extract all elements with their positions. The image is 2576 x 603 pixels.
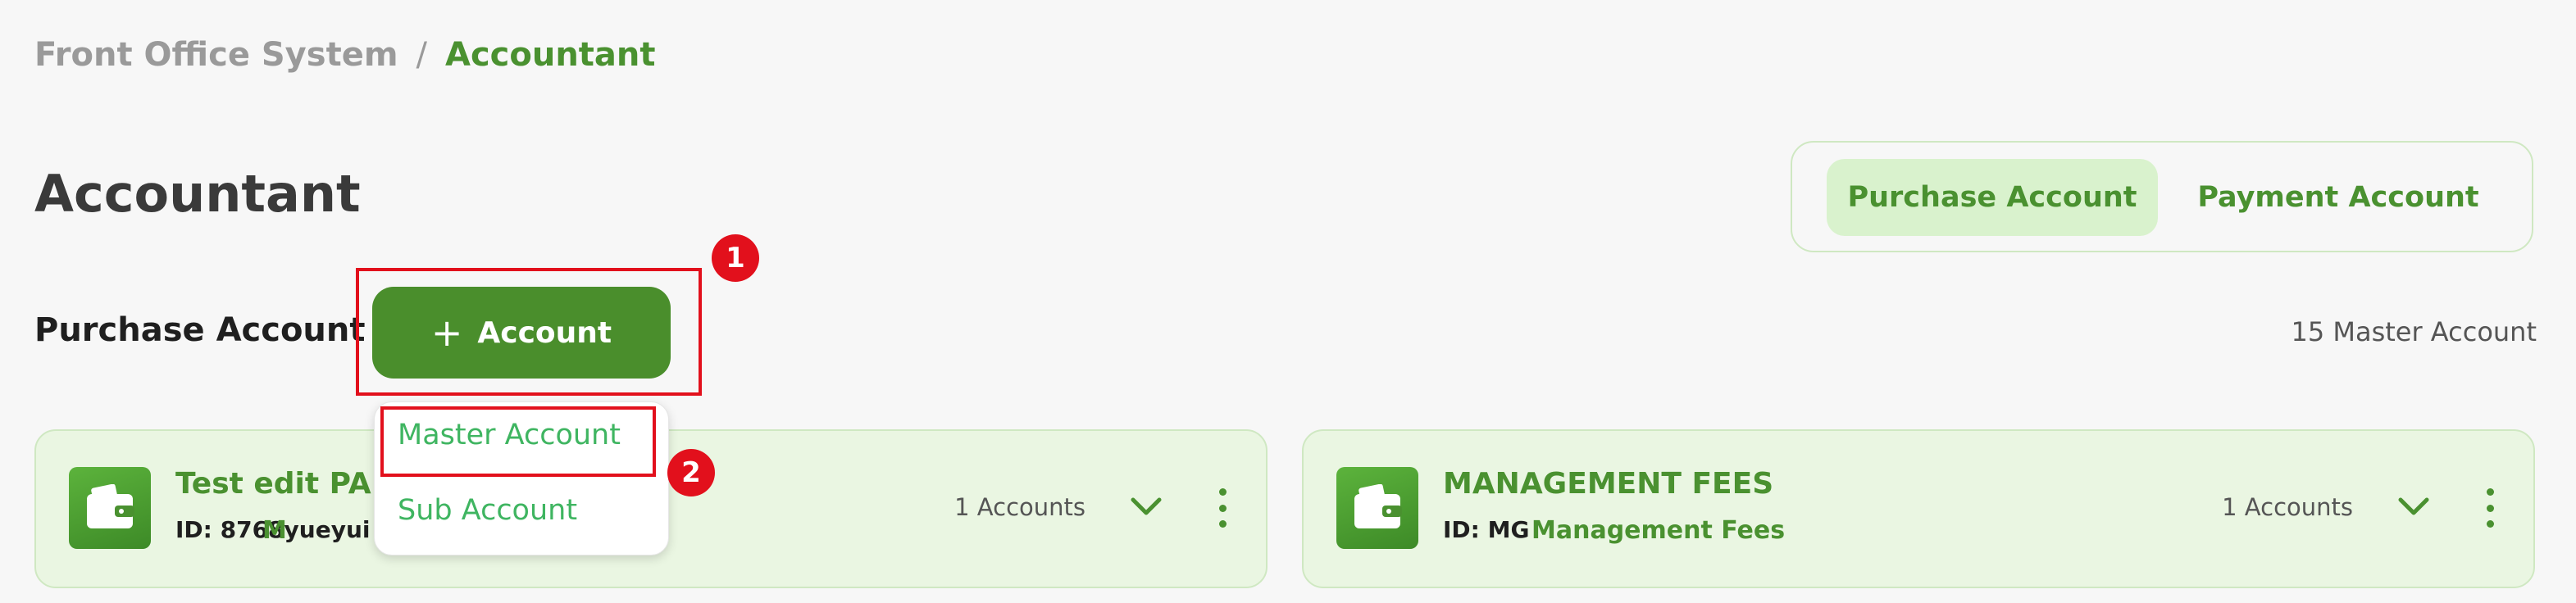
section-label: Purchase Account — [34, 311, 366, 349]
card-id: ID: MG — [1443, 516, 1530, 543]
more-vertical-icon[interactable] — [2484, 488, 2496, 528]
tab-purchase-account[interactable]: Purchase Account — [1827, 159, 2158, 236]
card-category: M — [262, 516, 287, 545]
breadcrumb-root[interactable]: Front Office System — [34, 36, 398, 74]
more-vertical-icon[interactable] — [1217, 488, 1228, 528]
card-accounts-count: 1 Accounts — [2222, 493, 2353, 521]
step-badge-1: 1 — [712, 234, 759, 282]
card-accounts-count: 1 Accounts — [954, 493, 1085, 521]
card-category: Management Fees — [1531, 516, 1786, 545]
account-type-tabs: Purchase Account Payment Account — [1791, 141, 2533, 252]
master-account-count: 15 Master Account — [2291, 316, 2537, 347]
tab-payment-account[interactable]: Payment Account — [2173, 159, 2504, 236]
page-title: Accountant — [34, 164, 361, 224]
breadcrumb-separator: / — [416, 36, 427, 74]
chevron-down-icon[interactable] — [1130, 490, 1163, 523]
card-title: MANAGEMENT FEES — [1443, 467, 1774, 501]
wallet-icon — [69, 467, 151, 549]
menu-item-sub-account[interactable]: Sub Account — [398, 494, 577, 527]
step-badge-2: 2 — [667, 449, 715, 496]
wallet-icon — [1336, 467, 1418, 549]
breadcrumb-current: Accountant — [444, 36, 656, 74]
card-title: Test edit PA — [175, 467, 371, 501]
chevron-down-icon[interactable] — [2397, 490, 2430, 523]
breadcrumb: Front Office System / Accountant — [34, 36, 656, 74]
account-card[interactable]: MANAGEMENT FEES ID: MG Management Fees 1… — [1302, 429, 2535, 588]
highlight-master-account — [380, 406, 656, 477]
highlight-add-account — [356, 268, 702, 396]
